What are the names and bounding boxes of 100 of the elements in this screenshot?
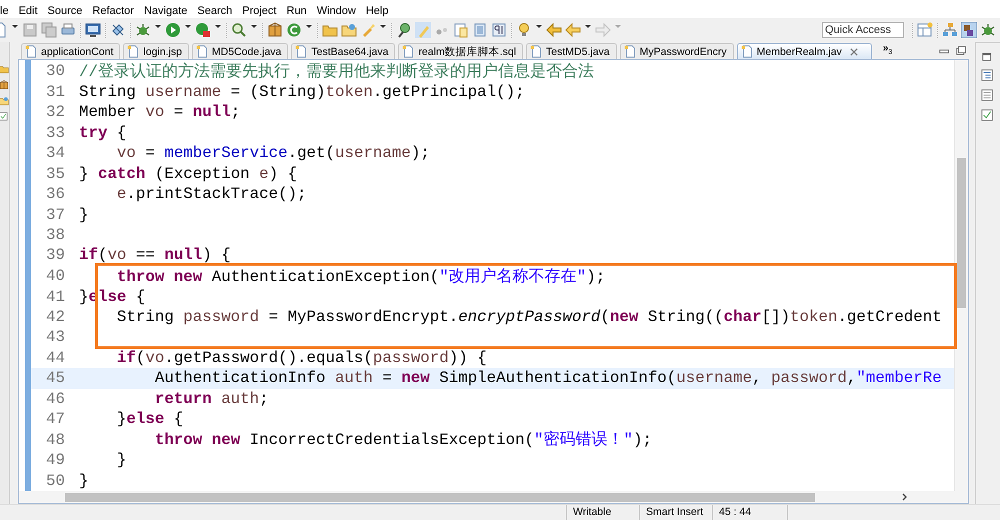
line-number: 43: [45, 328, 66, 346]
close-icon[interactable]: [848, 46, 859, 56]
editor-tab[interactable]: login.jsp: [123, 43, 189, 59]
menu-item[interactable]: Navigate: [138, 5, 192, 18]
code-line: vo = memberService.get(username);: [116, 144, 430, 162]
editor-tab[interactable]: TestBase64.java: [291, 43, 396, 59]
file-icon[interactable]: [740, 45, 754, 58]
menu-item[interactable]: Source: [42, 5, 88, 18]
editor-tab[interactable]: MD5Code.java: [192, 43, 288, 59]
code-line: }: [79, 206, 88, 224]
folder-icon[interactable]: [341, 22, 357, 38]
code-line: } catch (Exception e) {: [79, 164, 298, 183]
maximize-icon[interactable]: [955, 44, 969, 58]
class-icon[interactable]: [286, 22, 302, 38]
horizontal-scrollbar[interactable]: [19, 491, 968, 503]
line-number: 33: [45, 124, 66, 142]
list-icon[interactable]: [981, 89, 995, 103]
code-line: String password = MyPasswordEncrypt.encryptPassword(new String((char[])token.getCredent: [116, 308, 942, 326]
line-number: 30: [45, 62, 66, 80]
package-icon[interactable]: [0, 80, 9, 90]
package-icon[interactable]: [267, 22, 283, 38]
code-line: AuthenticationInfo auth = new SimpleAuthenticationInfo(username, password,"memberRe: [154, 369, 942, 388]
file-icon[interactable]: [295, 45, 308, 58]
code-line: e.printStackTrace();: [116, 185, 307, 204]
line-number: 48: [45, 430, 66, 449]
line-number: 35: [45, 164, 66, 183]
code-line: throw new AuthenticationException("改用户名称不存在");: [116, 266, 606, 287]
run-icon[interactable]: [165, 22, 181, 38]
folder-icon[interactable]: [0, 64, 9, 74]
status-text: Writable: [566, 505, 639, 520]
editor-tab[interactable]: MemberRealm.jav: [736, 43, 872, 59]
overflow-chevron[interactable]: »: [882, 44, 888, 54]
status-text: Smart Insert: [639, 505, 712, 520]
menu-item[interactable]: Search: [192, 5, 238, 18]
editor-tab[interactable]: MyPasswordEncry: [620, 43, 734, 59]
line-number: 49: [45, 451, 66, 470]
debug-icon[interactable]: [135, 22, 151, 38]
search-icon[interactable]: [231, 22, 247, 38]
menu-item[interactable]: Run: [282, 5, 312, 18]
line-number: 50: [45, 472, 66, 490]
code-line: Member vo = null;: [79, 103, 240, 122]
perspective-icon[interactable]: [961, 22, 977, 38]
line-number: 44: [45, 348, 66, 367]
code-line: try {: [79, 124, 126, 142]
line-number: 47: [45, 410, 66, 428]
editor-tab[interactable]: realm数据库脚本.sql: [398, 43, 524, 59]
scroll-right-icon[interactable]: [902, 493, 908, 501]
quick-access-field[interactable]: Quick Access: [822, 22, 904, 38]
folder-icon[interactable]: [0, 96, 9, 106]
line-number: 37: [45, 206, 66, 224]
menu-item[interactable]: Help: [360, 5, 394, 18]
scroll-thumb[interactable]: [65, 492, 815, 502]
code-line: String username = (String)token.getPrincipal();: [79, 82, 525, 101]
scroll-thumb[interactable]: [957, 158, 966, 308]
line-number: 36: [45, 185, 66, 204]
lamp-icon[interactable]: [396, 22, 412, 38]
run-tool-icon[interactable]: [195, 22, 211, 38]
code-line: }else {: [116, 410, 184, 428]
code-line: if(vo.getPassword().equals(password)) {: [116, 348, 487, 367]
line-number: 40: [45, 267, 66, 286]
hierarchy-icon[interactable]: [942, 22, 958, 38]
pin-icon[interactable]: [110, 22, 126, 38]
cursor-position: 45 : 44: [712, 505, 788, 520]
file-icon[interactable]: [196, 45, 209, 58]
save-all-icon[interactable]: [41, 22, 57, 38]
line-number: 45: [45, 369, 66, 388]
vertical-scrollbar[interactable]: [954, 60, 968, 491]
line-number: 46: [45, 390, 66, 408]
file-icon[interactable]: [624, 45, 637, 58]
menu-item[interactable]: Project: [237, 5, 282, 18]
code-line: if(vo == null) {: [79, 246, 231, 264]
menu-item[interactable]: Refactor: [87, 5, 139, 18]
task-icon[interactable]: [0, 112, 9, 122]
line-number: 41: [45, 288, 66, 306]
outline-icon[interactable]: [981, 69, 995, 83]
file-icon[interactable]: [127, 45, 140, 58]
code-line: return auth;: [154, 390, 269, 408]
menu-item[interactable]: Edit: [14, 5, 43, 18]
editor-tab[interactable]: TestMD5.java: [526, 43, 617, 59]
menu-item[interactable]: Window: [312, 5, 361, 18]
line-number: 34: [45, 144, 66, 162]
paragraph-icon[interactable]: [491, 22, 507, 38]
debug-icon[interactable]: [980, 22, 996, 38]
perspective-icon[interactable]: [917, 22, 933, 38]
menu-item[interactable]: le: [0, 5, 14, 18]
line-number: 32: [45, 103, 66, 122]
file-icon[interactable]: [402, 45, 416, 58]
code-line: }: [116, 451, 126, 470]
line-number: 42: [45, 308, 66, 326]
code-line: }: [79, 472, 88, 490]
task-icon[interactable]: [981, 109, 995, 123]
line-number: 38: [45, 226, 66, 244]
file-icon[interactable]: [25, 45, 38, 58]
editor-tab[interactable]: applicationCont: [21, 43, 120, 59]
line-number: 39: [45, 246, 66, 264]
file-icon[interactable]: [530, 45, 544, 58]
monitor-icon[interactable]: [85, 22, 101, 38]
pages-icon[interactable]: [453, 22, 469, 38]
line-number: 31: [45, 82, 66, 101]
code-line: //登录认证的方法需要先执行，需要用他来判断登录的用户信息是否合法: [79, 62, 594, 82]
